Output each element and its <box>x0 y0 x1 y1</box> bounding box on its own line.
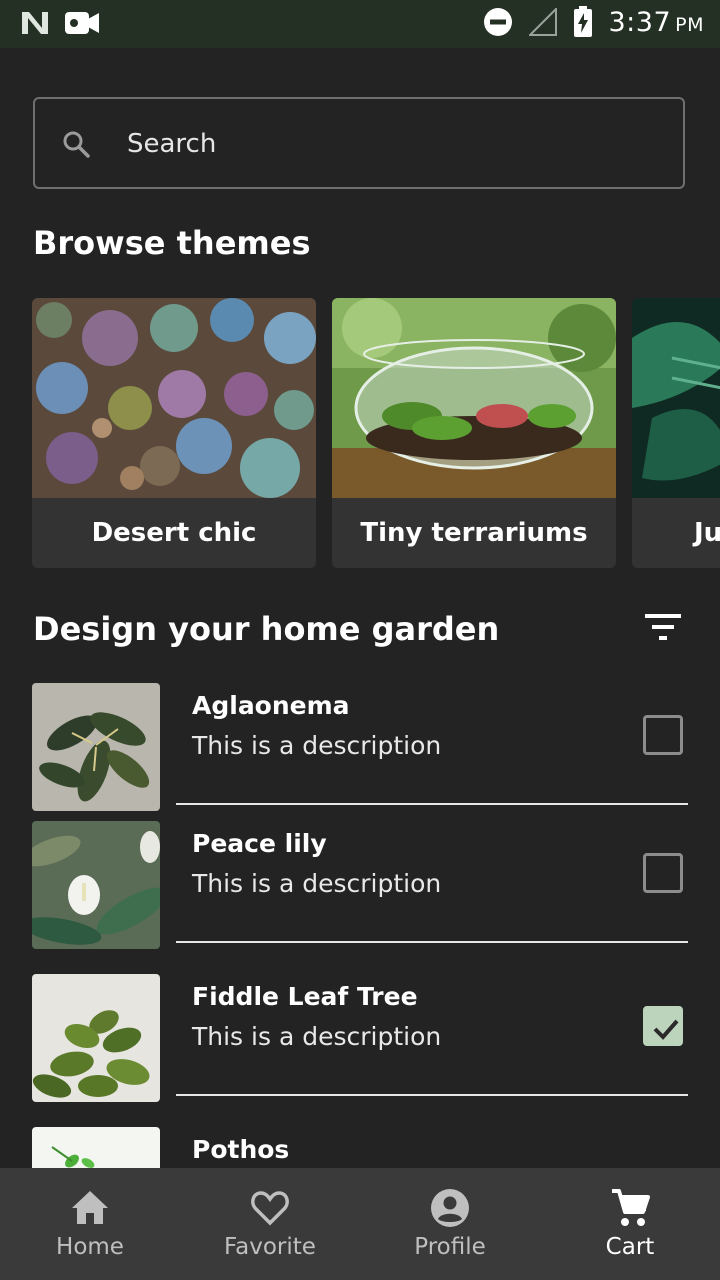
plant-checkbox[interactable] <box>643 1006 683 1046</box>
home-icon <box>72 1191 108 1224</box>
plant-description: This is a description <box>192 731 442 760</box>
list-item[interactable]: Peace lily This is a description <box>0 821 720 974</box>
nav-profile[interactable]: Profile <box>360 1168 540 1280</box>
plant-checkbox[interactable] <box>643 853 683 893</box>
account-icon <box>431 1189 469 1227</box>
peace-lily-thumbnail <box>32 821 160 949</box>
divider <box>176 803 688 805</box>
theme-label: Ju <box>694 518 720 548</box>
cart-icon <box>612 1189 650 1226</box>
plant-description: This is a description <box>192 869 442 898</box>
divider <box>176 941 688 943</box>
nav-label: Profile <box>414 1234 486 1260</box>
list-item[interactable]: Aglaonema This is a description <box>0 683 720 836</box>
theme-card-desert-chic[interactable]: Desert chic <box>32 298 316 568</box>
no-signal-icon <box>528 8 557 36</box>
plant-name: Aglaonema <box>192 691 350 720</box>
checkmark-icon <box>653 1019 679 1040</box>
fiddle-leaf-tree-thumbnail <box>32 974 160 1102</box>
garden-title: Design your home garden <box>33 610 500 648</box>
theme-card-jungle[interactable]: Ju <box>632 298 720 568</box>
nav-home[interactable]: Home <box>0 1168 180 1280</box>
search-field[interactable] <box>33 97 685 189</box>
status-bar: 3:37 PM <box>0 0 720 48</box>
theme-card-tiny-terrariums[interactable]: Tiny terrariums <box>332 298 616 568</box>
filter-icon[interactable] <box>643 610 683 644</box>
plant-name: Fiddle Leaf Tree <box>192 982 418 1011</box>
battery-charging-icon <box>573 6 592 37</box>
n-logo-icon <box>22 12 48 34</box>
nav-cart[interactable]: Cart <box>540 1168 720 1280</box>
nav-label: Favorite <box>224 1234 316 1260</box>
jungle-image <box>632 298 720 498</box>
plant-name: Peace lily <box>192 829 327 858</box>
do-not-disturb-icon <box>483 8 512 36</box>
desert-chic-image <box>32 298 316 498</box>
status-time: 3:37 PM <box>608 6 704 38</box>
nav-label: Cart <box>605 1234 655 1260</box>
themes-carousel[interactable]: Desert chic Tiny terrariums Ju <box>32 298 720 570</box>
plant-checkbox[interactable] <box>643 715 683 755</box>
search-input[interactable] <box>125 99 649 189</box>
list-item[interactable]: Fiddle Leaf Tree This is a description <box>0 974 720 1127</box>
plant-name: Pothos <box>192 1135 290 1164</box>
tiny-terrariums-image <box>332 298 616 498</box>
aglaonema-thumbnail <box>32 683 160 811</box>
video-camera-icon <box>65 12 99 34</box>
heart-icon <box>251 1191 289 1226</box>
nav-favorite[interactable]: Favorite <box>180 1168 360 1280</box>
search-icon <box>63 131 90 158</box>
theme-label: Tiny terrariums <box>360 518 588 548</box>
plant-description: This is a description <box>192 1022 442 1051</box>
theme-label: Desert chic <box>91 518 257 548</box>
nav-label: Home <box>56 1234 124 1260</box>
browse-themes-title: Browse themes <box>33 224 311 262</box>
divider <box>176 1094 688 1096</box>
bottom-navigation: Home Favorite Profile Cart <box>0 1168 720 1280</box>
